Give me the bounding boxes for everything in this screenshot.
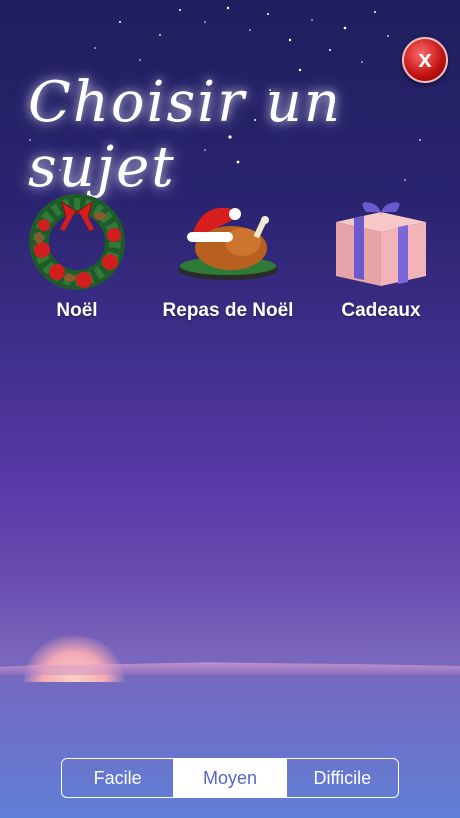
subject-label: Noël xyxy=(56,300,98,321)
subject-label: Cadeaux xyxy=(341,300,421,321)
subject-noel[interactable]: Noël xyxy=(22,190,132,322)
setting-moon xyxy=(24,636,124,682)
page-title: Choisir un sujet xyxy=(28,70,342,200)
subject-cadeaux[interactable]: Cadeaux xyxy=(328,190,434,322)
subject-label: Repas de Noël xyxy=(162,300,294,321)
roast-turkey-icon xyxy=(178,207,278,280)
difficulty-moyen[interactable]: Moyen xyxy=(174,759,287,797)
difficulty-segmented-control[interactable]: Facile Moyen Difficile xyxy=(61,758,399,798)
subject-repas-de-noel[interactable]: Repas de Noël xyxy=(158,190,298,322)
difficulty-facile[interactable]: Facile xyxy=(62,759,175,797)
gift-box-icon xyxy=(336,202,426,286)
christmas-wreath-icon xyxy=(29,194,125,290)
difficulty-difficile[interactable]: Difficile xyxy=(287,759,398,797)
